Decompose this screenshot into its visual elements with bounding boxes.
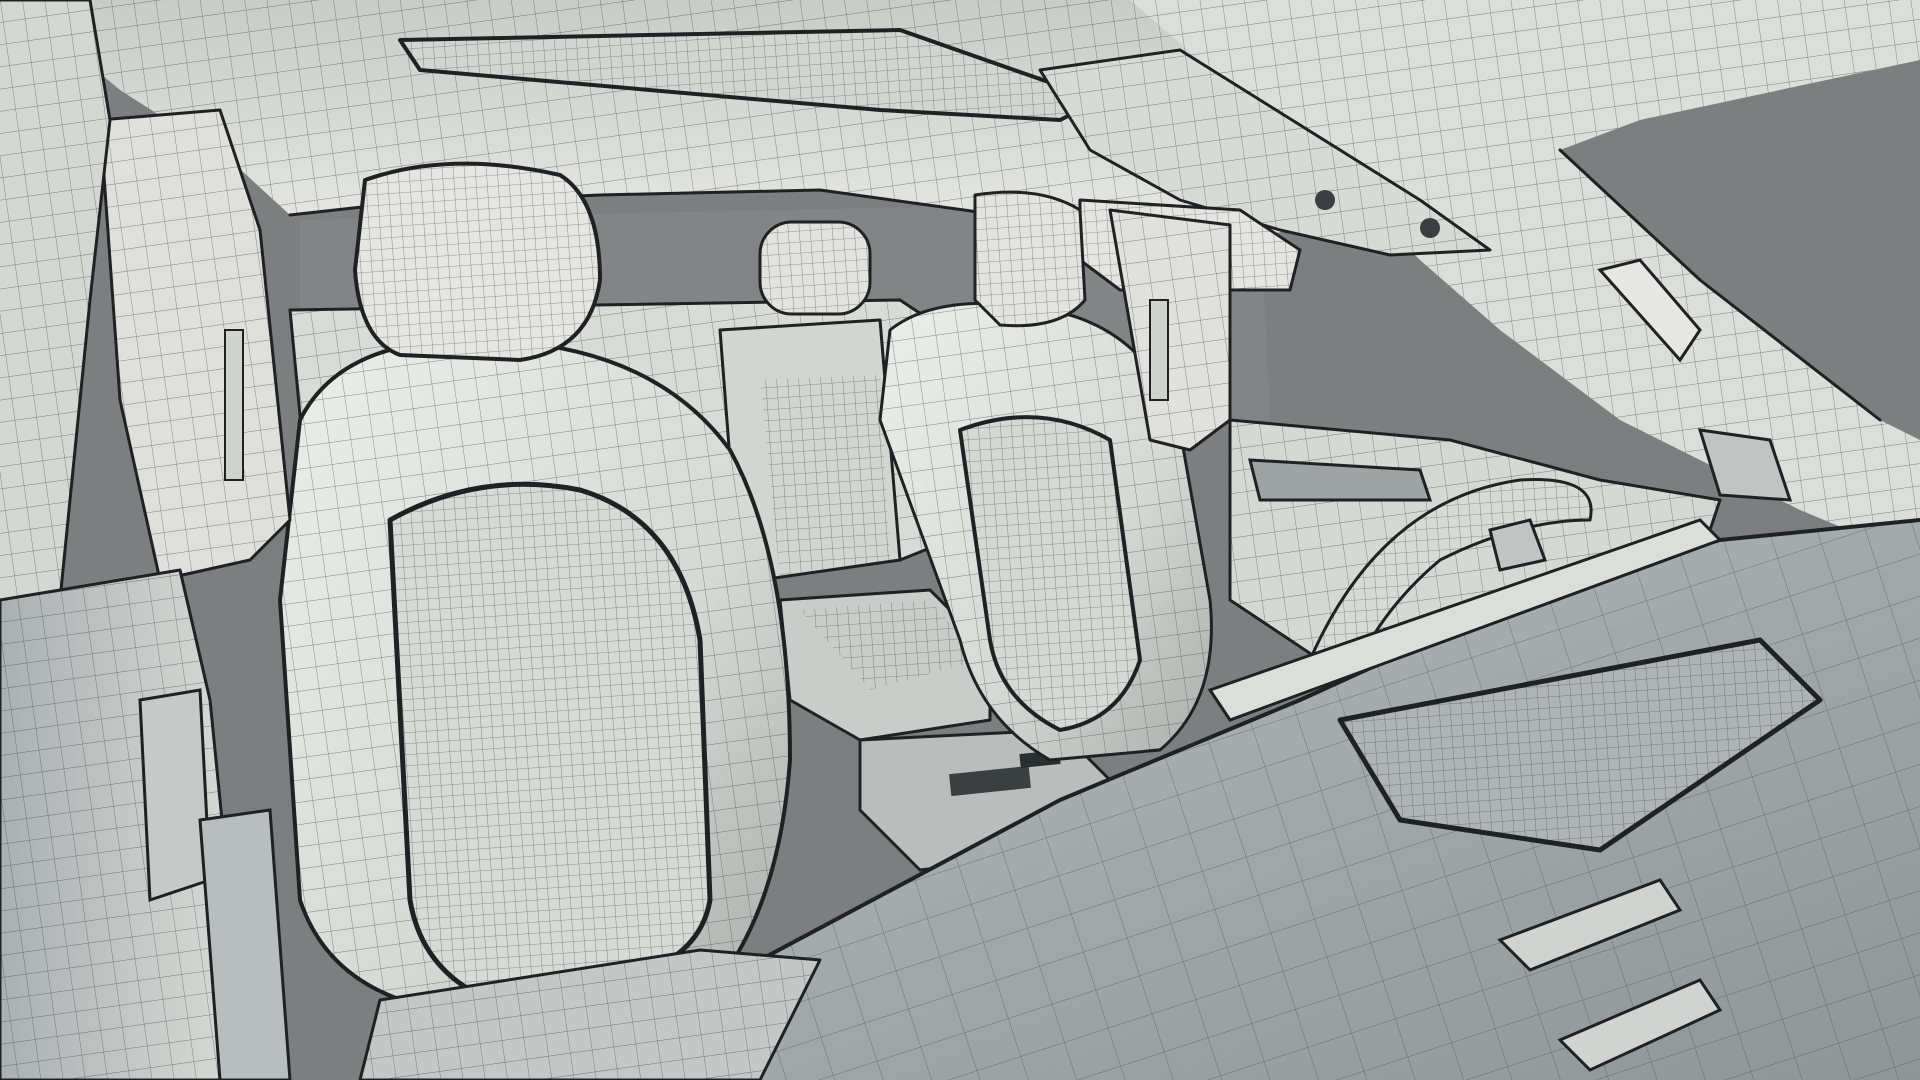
left-front-seat xyxy=(278,338,792,1012)
render-viewport xyxy=(0,0,1920,1080)
rear-headrest xyxy=(758,220,872,316)
right-front-headrest xyxy=(973,190,1087,328)
car-interior-render xyxy=(0,0,1920,1080)
left-front-headrest xyxy=(353,161,602,362)
